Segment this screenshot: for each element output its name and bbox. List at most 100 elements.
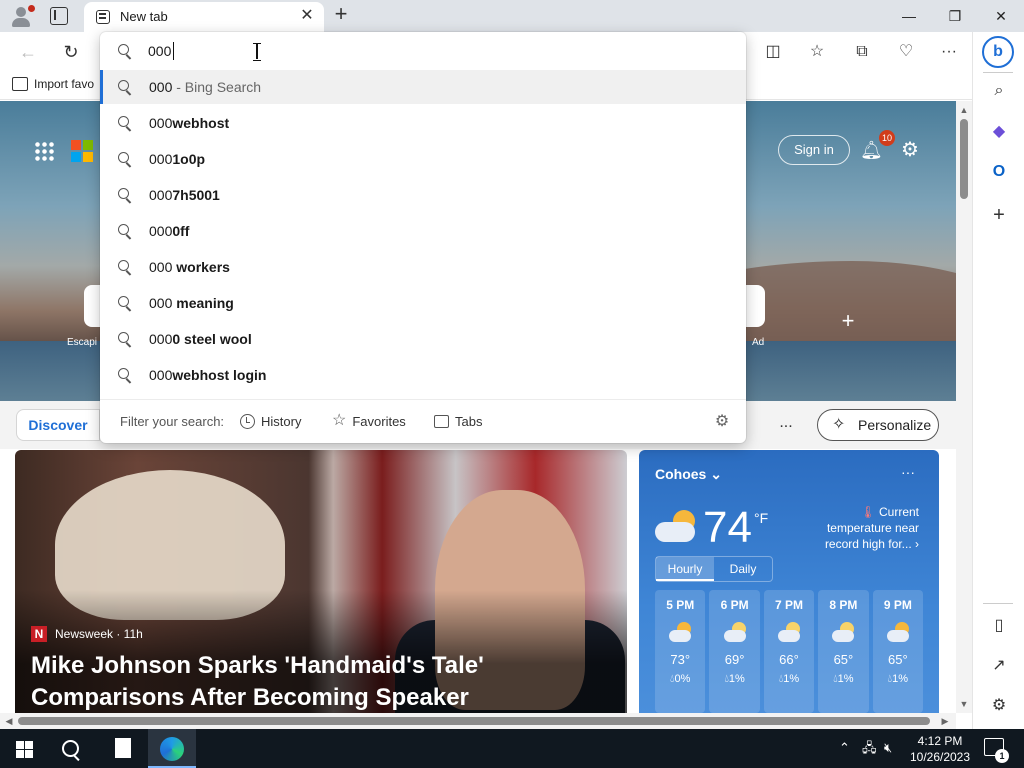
cloudy-moon-icon — [776, 622, 802, 644]
notification-count-badge: 1 — [995, 749, 1009, 763]
network-icon[interactable]: 🖧︎ — [862, 740, 877, 756]
new-tab-button[interactable]: + — [330, 3, 352, 26]
address-bar[interactable] — [100, 32, 746, 70]
weather-alert[interactable]: 🌡︎ Current temperature near record high … — [807, 504, 919, 552]
suggestion-text: 000webhost login — [149, 367, 267, 383]
filter-tabs[interactable]: Tabs — [434, 410, 482, 432]
suggestion-item[interactable]: 0000 steel wool — [100, 322, 746, 356]
search-icon — [118, 260, 132, 274]
suggestion-item[interactable]: 000 meaning — [100, 286, 746, 320]
news-headline[interactable]: Mike Johnson Sparks 'Handmaid's Tale' Co… — [31, 650, 621, 713]
weather-tabs: Hourly Daily — [655, 556, 773, 582]
shopping-icon[interactable]: ◆ — [985, 118, 1013, 146]
add-app-icon[interactable]: + — [985, 201, 1013, 229]
forecast-hour: 9 PM 65° 💧︎1% — [872, 590, 924, 713]
clock-date: 10/26/2023 — [909, 750, 971, 764]
page-settings-icon[interactable]: ⚙ — [898, 138, 922, 162]
sign-in-button[interactable]: Sign in — [778, 135, 850, 165]
tab-hourly[interactable]: Hourly — [656, 557, 714, 581]
bell-icon[interactable]: 🔔︎ — [860, 139, 883, 161]
windows-taskbar: ⌃ 🖧︎ 🔇︎ 4:12 PM 10/26/2023 1 — [0, 729, 1024, 768]
file-icon[interactable] — [115, 738, 131, 758]
restore-button[interactable]: ❐ — [932, 0, 978, 32]
tab-close-icon[interactable]: ✕ — [298, 7, 316, 25]
filter-favorites[interactable]: ☆ Favorites — [332, 410, 406, 432]
sidebar-settings-icon[interactable]: ⚙ — [985, 692, 1013, 720]
more-icon[interactable]: ··· — [937, 40, 961, 64]
forecast-hour: 7 PM 66° 💧︎1% — [763, 590, 815, 713]
search-icon[interactable]: ⌕ — [985, 77, 1013, 105]
weather-card[interactable]: Cohoes ⌄ ··· 74 °F 🌡︎ Current temperatur… — [639, 450, 939, 713]
suggestion-text: 000webhost — [149, 115, 230, 131]
favorites-icon[interactable]: ☆ — [805, 40, 829, 64]
taskbar-edge-button[interactable] — [148, 729, 196, 768]
back-button[interactable]: ← — [16, 40, 40, 64]
browser-essentials-icon[interactable]: ♡ — [894, 40, 918, 64]
tab-title: New tab — [120, 9, 168, 24]
taskbar-search-icon[interactable] — [60, 738, 84, 762]
outlook-icon[interactable]: O — [985, 158, 1013, 186]
address-input[interactable] — [148, 41, 708, 61]
news-source: N Newsweek · 11h — [31, 626, 143, 642]
windows-start-icon[interactable] — [16, 741, 33, 758]
quick-link-label: Escapi — [67, 337, 98, 348]
forecast-hour: 5 PM 73° 💧︎0% — [655, 590, 706, 713]
weather-city[interactable]: Cohoes ⌄ — [655, 466, 722, 483]
tab-new-tab[interactable]: New tab ✕ — [84, 2, 324, 32]
news-source-label: Newsweek · 11h — [55, 627, 143, 641]
cloudy-moon-icon — [830, 622, 856, 644]
filter-history[interactable]: History — [240, 410, 301, 432]
suggestion-text: 000 - Bing Search — [149, 79, 262, 95]
search-icon — [118, 188, 132, 202]
suggestion-item[interactable]: 000 - Bing Search — [100, 70, 746, 104]
chevron-right-icon: › — [915, 537, 919, 551]
close-window-button[interactable]: ✕ — [978, 0, 1024, 32]
gear-icon[interactable]: ⚙ — [712, 412, 732, 432]
hide-sidebar-icon[interactable]: ▯ — [985, 612, 1013, 640]
microsoft-logo-icon — [71, 140, 93, 162]
weather-more-icon[interactable]: ··· — [901, 464, 915, 480]
tab-actions-icon[interactable] — [50, 7, 68, 25]
suggestion-item[interactable]: 0001o0p — [100, 142, 746, 176]
system-clock[interactable]: 4:12 PM 10/26/2023 — [905, 733, 975, 765]
suggestion-item[interactable]: 000 workers — [100, 250, 746, 284]
search-icon — [118, 116, 132, 130]
notification-badge: 10 — [879, 130, 895, 146]
search-icon — [118, 152, 132, 166]
search-icon — [118, 296, 132, 310]
forecast-hour: 6 PM 69° 💧︎1% — [709, 590, 760, 713]
newsweek-logo-icon: N — [31, 626, 47, 642]
refresh-button[interactable]: ↻ — [59, 40, 83, 64]
volume-muted-icon[interactable]: 🔇︎ — [884, 740, 892, 756]
personalize-button[interactable]: ✧ Personalize — [817, 409, 939, 441]
split-screen-icon[interactable]: ◫ — [761, 40, 785, 64]
feed-more-icon[interactable]: ... — [776, 413, 796, 433]
vertical-scrollbar[interactable]: ▲ ▼ — [956, 101, 972, 713]
tab-daily[interactable]: Daily — [714, 557, 772, 581]
tab-discover[interactable]: Discover — [16, 409, 100, 441]
suggestion-item[interactable]: 000webhost — [100, 106, 746, 140]
external-link-icon[interactable]: ↗ — [985, 652, 1013, 680]
suggestion-item[interactable]: 0007h5001 — [100, 178, 746, 212]
suggestion-item[interactable]: 000webhost login — [100, 358, 746, 392]
search-icon — [118, 224, 132, 238]
import-icon — [12, 77, 28, 91]
minimize-button[interactable]: — — [886, 0, 932, 32]
edge-sidebar: b ⌕ ◆ O + ▯ ↗ ⚙ — [972, 32, 1024, 729]
horizontal-scrollbar[interactable]: ◀ ▶ — [0, 713, 956, 729]
weather-temperature: 74 — [703, 503, 752, 552]
search-filter-row: Filter your search: History ☆ Favorites … — [100, 400, 746, 443]
news-card[interactable]: N Newsweek · 11h Mike Johnson Sparks 'Ha… — [15, 450, 627, 713]
import-favorites-link[interactable]: Import favo — [12, 77, 94, 91]
thermometer-icon: 🌡︎ — [860, 505, 876, 519]
bing-copilot-icon[interactable]: b — [982, 36, 1014, 68]
profile-icon[interactable] — [8, 4, 36, 28]
search-icon — [118, 332, 132, 346]
app-launcher-icon[interactable] — [34, 141, 54, 161]
clock-time: 4:12 PM — [917, 734, 963, 748]
star-icon: ☆ — [332, 412, 347, 429]
add-quick-link-icon[interactable]: + — [836, 309, 860, 333]
chevron-up-icon[interactable]: ⌃ — [839, 740, 850, 756]
collections-icon[interactable]: ⧉ — [850, 40, 874, 64]
suggestion-item[interactable]: 0000ff — [100, 214, 746, 248]
